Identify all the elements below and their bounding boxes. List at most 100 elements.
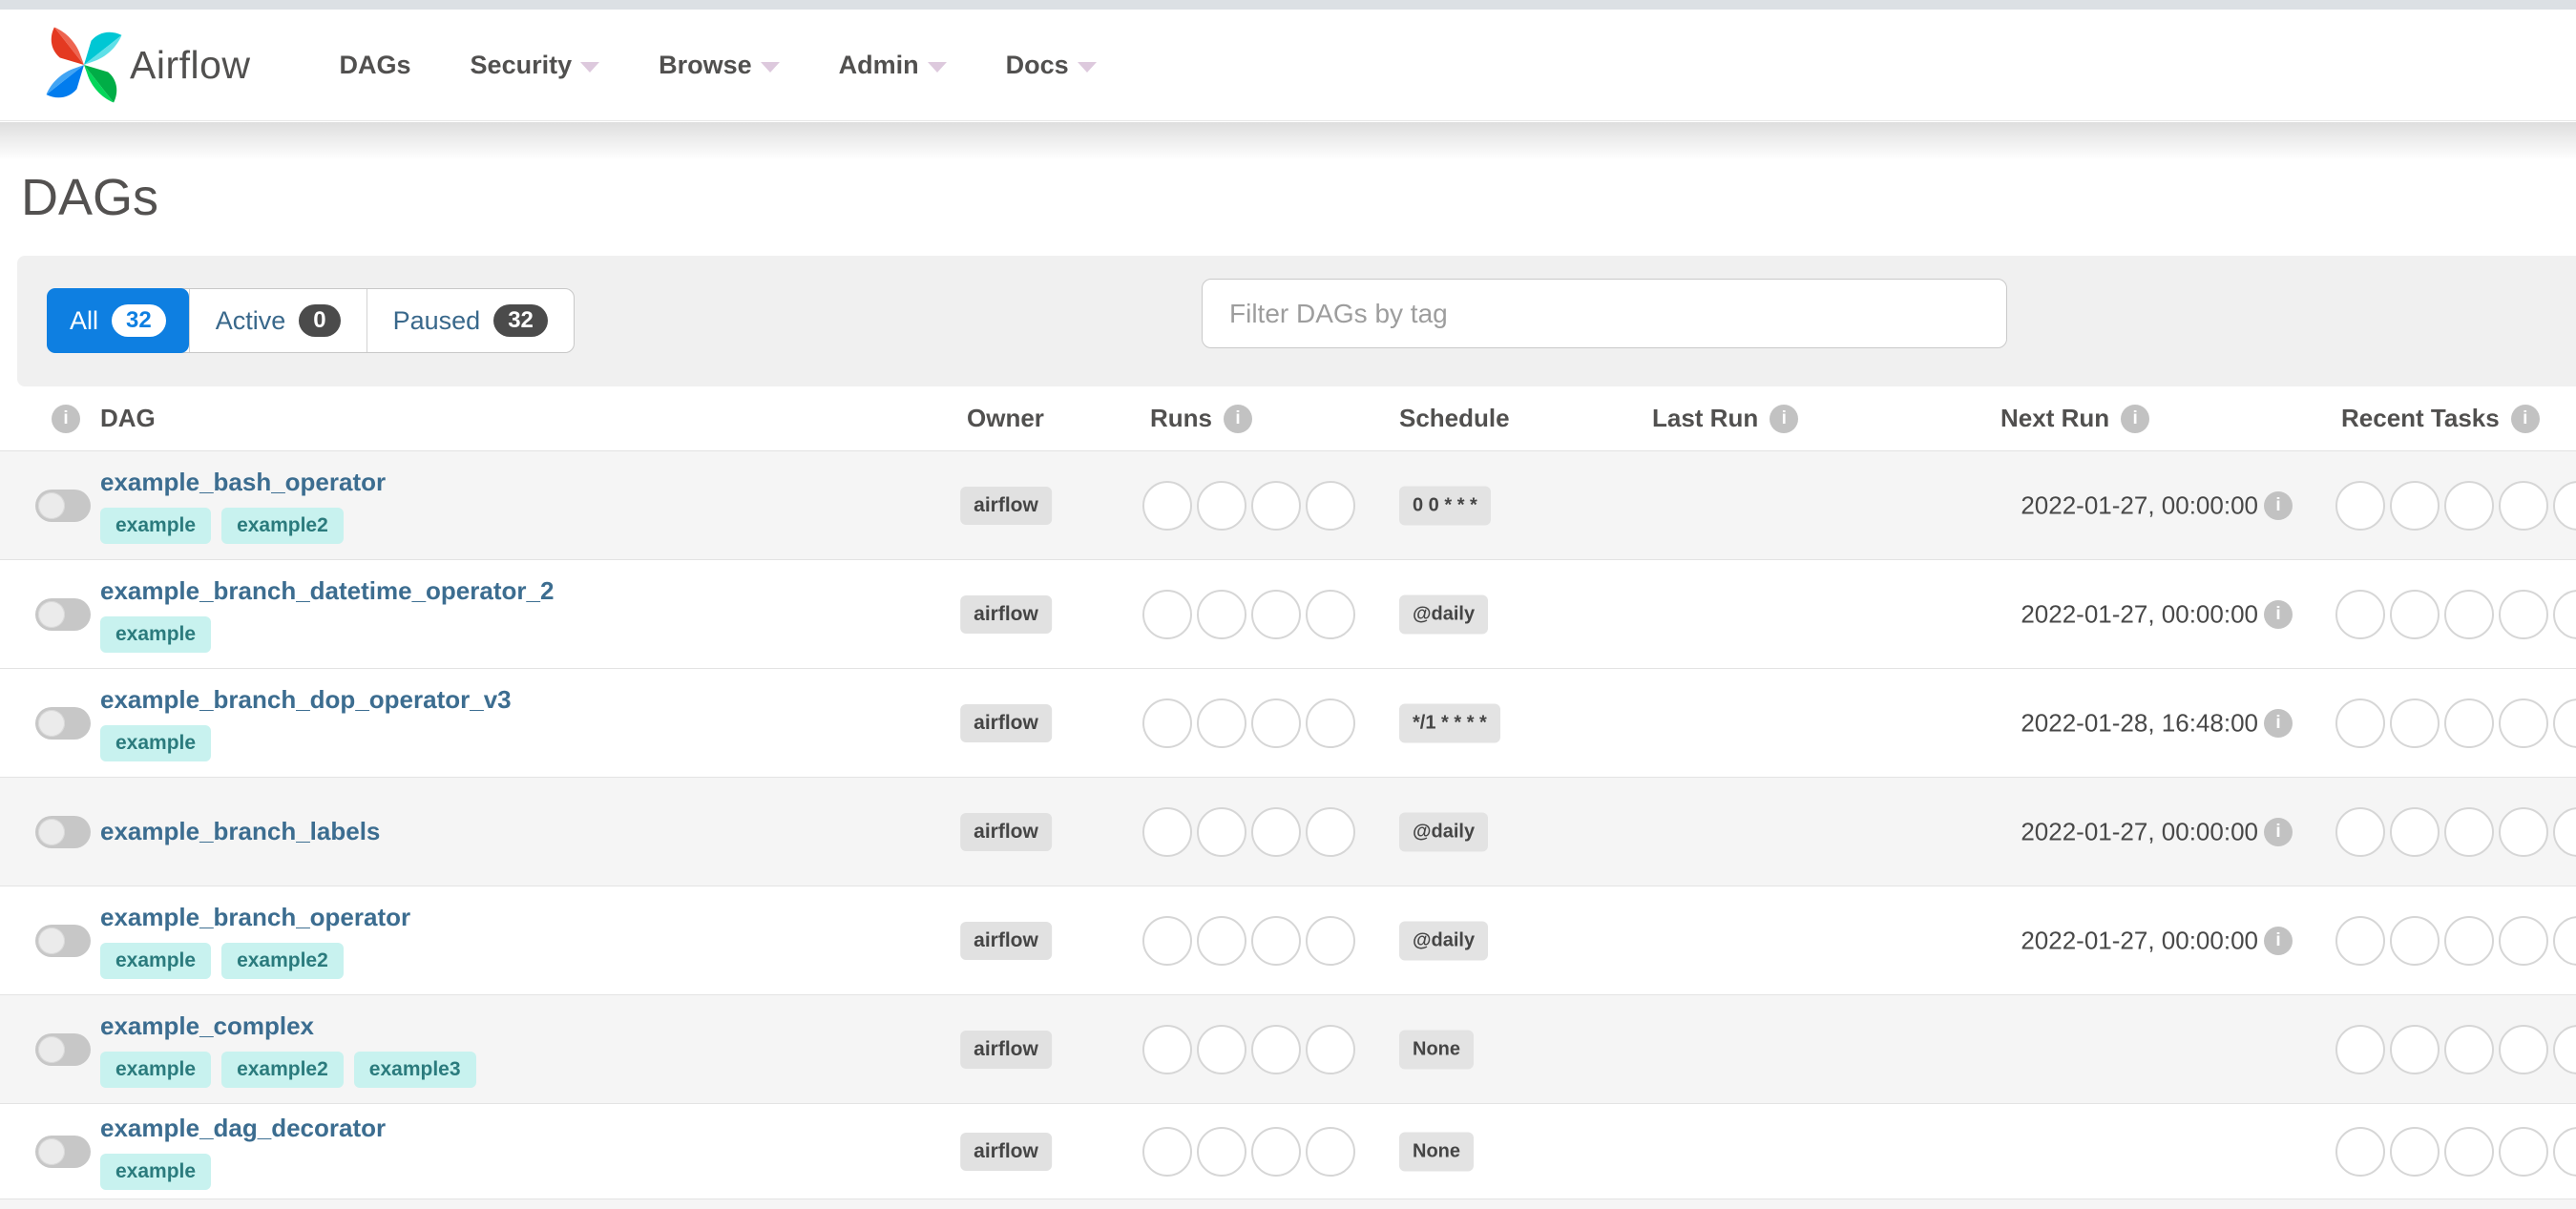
task-status-circle[interactable]	[2444, 698, 2494, 748]
dag-name-link[interactable]: example_bash_operator	[100, 468, 386, 497]
task-status-circle[interactable]	[2499, 1024, 2548, 1074]
task-status-circle[interactable]	[2390, 806, 2440, 857]
task-status-circle[interactable]	[2335, 1024, 2385, 1074]
owner-badge[interactable]: airflow	[960, 812, 1052, 851]
owner-badge[interactable]: airflow	[960, 921, 1052, 960]
dag-name-link[interactable]: example_branch_labels	[100, 817, 380, 846]
dag-pause-toggle[interactable]	[35, 489, 91, 522]
task-status-circle[interactable]	[2390, 698, 2440, 748]
task-status-circle[interactable]	[2444, 1024, 2494, 1074]
run-status-circle[interactable]	[1251, 1024, 1301, 1074]
task-status-circle[interactable]	[2335, 915, 2385, 966]
nav-item-docs[interactable]: Docs	[976, 51, 1126, 80]
run-status-circle[interactable]	[1251, 806, 1301, 857]
dag-name-link[interactable]: example_branch_dop_operator_v3	[100, 685, 512, 715]
task-status-circle[interactable]	[2444, 480, 2494, 531]
owner-badge[interactable]: airflow	[960, 1030, 1052, 1069]
tab-all[interactable]: All 32	[47, 288, 189, 353]
column-header-owner[interactable]: Owner	[967, 386, 1044, 450]
run-status-circle[interactable]	[1142, 915, 1192, 966]
dag-name-link[interactable]: example_complex	[100, 1011, 476, 1041]
run-status-circle[interactable]	[1197, 1024, 1246, 1074]
dag-tag[interactable]: example	[100, 1051, 212, 1088]
dag-tag[interactable]: example	[100, 1153, 212, 1190]
run-status-circle[interactable]	[1142, 698, 1192, 748]
run-status-circle[interactable]	[1197, 915, 1246, 966]
column-header-schedule[interactable]: Schedule	[1399, 386, 1510, 450]
tab-paused[interactable]: Paused 32	[366, 289, 574, 352]
task-status-circle[interactable]	[2553, 1126, 2576, 1177]
run-status-circle[interactable]	[1251, 1126, 1301, 1177]
task-status-circle[interactable]	[2553, 480, 2576, 531]
run-status-circle[interactable]	[1197, 480, 1246, 531]
run-status-circle[interactable]	[1306, 589, 1355, 639]
run-status-circle[interactable]	[1197, 806, 1246, 857]
dag-tag[interactable]: example2	[221, 507, 344, 544]
dag-pause-toggle[interactable]	[35, 706, 91, 740]
run-status-circle[interactable]	[1142, 480, 1192, 531]
task-status-circle[interactable]	[2444, 1126, 2494, 1177]
run-status-circle[interactable]	[1197, 589, 1246, 639]
run-status-circle[interactable]	[1142, 1024, 1192, 1074]
dag-pause-toggle[interactable]	[35, 1135, 91, 1168]
owner-badge[interactable]: airflow	[960, 486, 1052, 525]
task-status-circle[interactable]	[2390, 915, 2440, 966]
task-status-circle[interactable]	[2499, 589, 2548, 639]
brand[interactable]: Airflow	[44, 23, 251, 107]
task-status-circle[interactable]	[2553, 698, 2576, 748]
task-status-circle[interactable]	[2499, 480, 2548, 531]
task-status-circle[interactable]	[2335, 1126, 2385, 1177]
task-status-circle[interactable]	[2335, 806, 2385, 857]
dag-tag[interactable]: example2	[221, 1051, 344, 1088]
nav-item-admin[interactable]: Admin	[809, 51, 976, 80]
run-status-circle[interactable]	[1251, 480, 1301, 531]
dag-tag[interactable]: example	[100, 615, 212, 653]
task-status-circle[interactable]	[2499, 1126, 2548, 1177]
task-status-circle[interactable]	[2390, 1126, 2440, 1177]
nav-item-browse[interactable]: Browse	[629, 51, 809, 80]
run-status-circle[interactable]	[1197, 698, 1246, 748]
task-status-circle[interactable]	[2335, 589, 2385, 639]
dag-name-link[interactable]: example_dag_decorator	[100, 1114, 386, 1143]
task-status-circle[interactable]	[2390, 589, 2440, 639]
column-header-dag[interactable]: DAG	[100, 386, 156, 450]
run-status-circle[interactable]	[1306, 480, 1355, 531]
dag-pause-toggle[interactable]	[35, 597, 91, 631]
run-status-circle[interactable]	[1197, 1126, 1246, 1177]
dag-name-link[interactable]: example_branch_operator	[100, 903, 410, 932]
run-status-circle[interactable]	[1306, 698, 1355, 748]
dag-tag[interactable]: example3	[353, 1051, 476, 1088]
nav-item-dags[interactable]: DAGs	[310, 51, 441, 80]
nav-item-security[interactable]: Security	[441, 51, 630, 80]
task-status-circle[interactable]	[2444, 589, 2494, 639]
task-status-circle[interactable]	[2444, 806, 2494, 857]
run-status-circle[interactable]	[1251, 589, 1301, 639]
run-status-circle[interactable]	[1306, 1126, 1355, 1177]
dag-name-link[interactable]: example_branch_datetime_operator_2	[100, 576, 554, 606]
task-status-circle[interactable]	[2335, 698, 2385, 748]
task-status-circle[interactable]	[2390, 480, 2440, 531]
run-status-circle[interactable]	[1142, 1126, 1192, 1177]
task-status-circle[interactable]	[2499, 698, 2548, 748]
task-status-circle[interactable]	[2499, 806, 2548, 857]
dag-pause-toggle[interactable]	[35, 1032, 91, 1066]
run-status-circle[interactable]	[1306, 806, 1355, 857]
owner-badge[interactable]: airflow	[960, 703, 1052, 742]
task-status-circle[interactable]	[2553, 806, 2576, 857]
task-status-circle[interactable]	[2499, 915, 2548, 966]
dag-tag[interactable]: example2	[221, 942, 344, 979]
task-status-circle[interactable]	[2335, 480, 2385, 531]
task-status-circle[interactable]	[2553, 589, 2576, 639]
tab-active[interactable]: Active 0	[188, 289, 367, 352]
owner-badge[interactable]: airflow	[960, 594, 1052, 634]
run-status-circle[interactable]	[1251, 698, 1301, 748]
filter-dags-by-tag-input[interactable]	[1202, 279, 2007, 348]
run-status-circle[interactable]	[1251, 915, 1301, 966]
run-status-circle[interactable]	[1142, 806, 1192, 857]
task-status-circle[interactable]	[2553, 915, 2576, 966]
dag-pause-toggle[interactable]	[35, 924, 91, 957]
task-status-circle[interactable]	[2444, 915, 2494, 966]
owner-badge[interactable]: airflow	[960, 1132, 1052, 1171]
run-status-circle[interactable]	[1306, 1024, 1355, 1074]
run-status-circle[interactable]	[1142, 589, 1192, 639]
